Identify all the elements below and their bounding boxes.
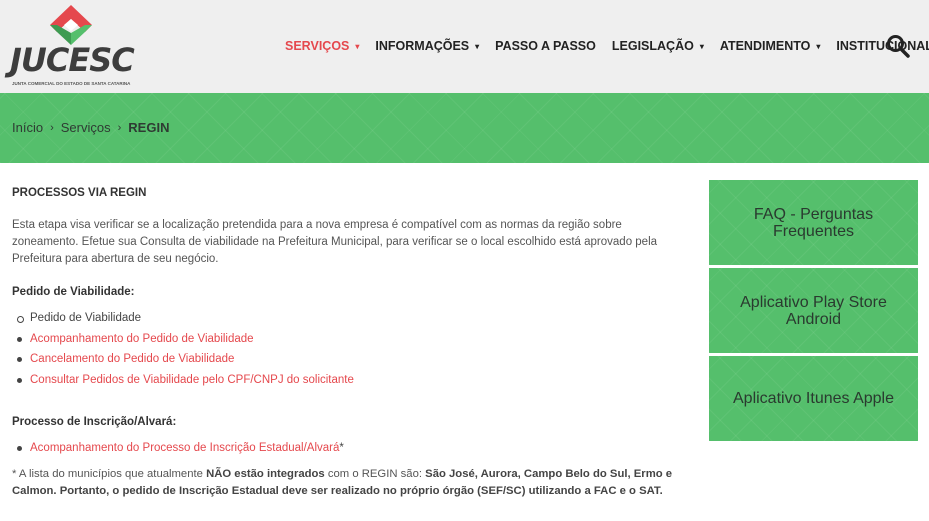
itunes-button[interactable]: Aplicativo Itunes Apple <box>709 356 918 441</box>
list-item: Acompanhamento do Pedido de Viabilidade <box>12 329 687 350</box>
nav-item-institucional[interactable]: INSTITUCIONAL ▾ <box>836 39 929 53</box>
breadcrumb-home[interactable]: Início <box>12 120 43 135</box>
integration-note: * A lista do municípios que atualmente N… <box>12 466 687 500</box>
chevron-down-icon: ▾ <box>699 41 704 51</box>
chevron-right-icon: › <box>117 121 122 134</box>
sidebar: FAQ - Perguntas Frequentes Aplicativo Pl… <box>709 180 918 444</box>
list-item: Cancelamento do Pedido de Viabilidade <box>12 349 687 370</box>
nav-label: ATENDIMENTO <box>719 39 811 53</box>
nav-label: PASSO A PASSO <box>495 39 596 53</box>
faq-button[interactable]: FAQ - Perguntas Frequentes <box>709 180 918 265</box>
asterisk: * <box>339 442 344 454</box>
viabilidade-list: Pedido de Viabilidade Acompanhamento do … <box>12 308 687 390</box>
viabilidade-heading: Pedido de Viabilidade: <box>12 286 135 298</box>
breadcrumb-current: REGIN <box>128 120 170 135</box>
play-store-button[interactable]: Aplicativo Play Store Android <box>709 268 918 353</box>
breadcrumb-band: Início › Serviços › REGIN <box>0 93 929 163</box>
nav-label: SERVIÇOS <box>285 39 350 53</box>
note-text: * A lista do municípios que atualmente <box>12 467 207 480</box>
nav-item-informacoes[interactable]: INFORMAÇÕES ▾ <box>375 39 479 53</box>
chevron-right-icon: › <box>50 121 54 134</box>
note-bold: NÃO estão integrados <box>206 467 325 480</box>
site-header: JUCESC JUNTA COMERCIAL DO ESTADO DE SANT… <box>0 0 929 93</box>
main-nav: SERVIÇOS ▾ INFORMAÇÕES ▾ PASSO A PASSO L… <box>285 36 929 56</box>
list-item: Consultar Pedidos de Viabilidade pelo CP… <box>12 370 687 391</box>
logo-subtitle: JUNTA COMERCIAL DO ESTADO DE SANTA CATAR… <box>12 81 131 86</box>
intro-text: Esta etapa visa verificar se a localizaç… <box>12 219 658 265</box>
inscricao-list: Acompanhamento do Processo de Inscrição … <box>12 438 687 459</box>
nav-label: INFORMAÇÕES <box>375 39 470 53</box>
page-title: PROCESSOS VIA REGIN <box>12 187 147 199</box>
logo-text: JUCESC <box>10 41 135 79</box>
list-item: Acompanhamento do Processo de Inscrição … <box>12 438 687 459</box>
nav-item-atendimento[interactable]: ATENDIMENTO ▾ <box>720 39 821 53</box>
chevron-down-icon: ▾ <box>475 41 480 51</box>
note-text: com o REGIN são: <box>324 467 426 480</box>
nav-label: LEGISLAÇÃO <box>611 39 694 53</box>
main-content: PROCESSOS VIA REGIN Esta etapa visa veri… <box>12 185 687 500</box>
breadcrumb: Início › Serviços › REGIN <box>12 120 169 135</box>
link-consultar-pedidos[interactable]: Consultar Pedidos de Viabilidade pelo CP… <box>30 374 354 386</box>
breadcrumb-servicos[interactable]: Serviços <box>61 120 111 135</box>
nav-label: INSTITUCIONAL <box>836 39 929 53</box>
list-item: Pedido de Viabilidade <box>12 308 687 329</box>
chevron-down-icon: ▾ <box>816 41 821 51</box>
link-acompanhamento-inscricao[interactable]: Acompanhamento do Processo de Inscrição … <box>30 442 339 454</box>
chevron-down-icon: ▾ <box>355 41 360 51</box>
nav-item-passo-a-passo[interactable]: PASSO A PASSO <box>495 39 596 53</box>
nav-item-legislacao[interactable]: LEGISLAÇÃO ▾ <box>612 39 704 53</box>
jucesc-logo[interactable]: JUCESC JUNTA COMERCIAL DO ESTADO DE SANT… <box>10 3 135 89</box>
nav-item-servicos[interactable]: SERVIÇOS ▾ <box>285 39 359 53</box>
link-cancelamento-viabilidade[interactable]: Cancelamento do Pedido de Viabilidade <box>30 353 234 365</box>
list-item-text: Pedido de Viabilidade <box>30 312 142 324</box>
search-icon[interactable] <box>886 34 910 58</box>
inscricao-heading: Processo de Inscrição/Alvará: <box>12 416 177 428</box>
link-acompanhamento-viabilidade[interactable]: Acompanhamento do Pedido de Viabilidade <box>30 333 254 345</box>
